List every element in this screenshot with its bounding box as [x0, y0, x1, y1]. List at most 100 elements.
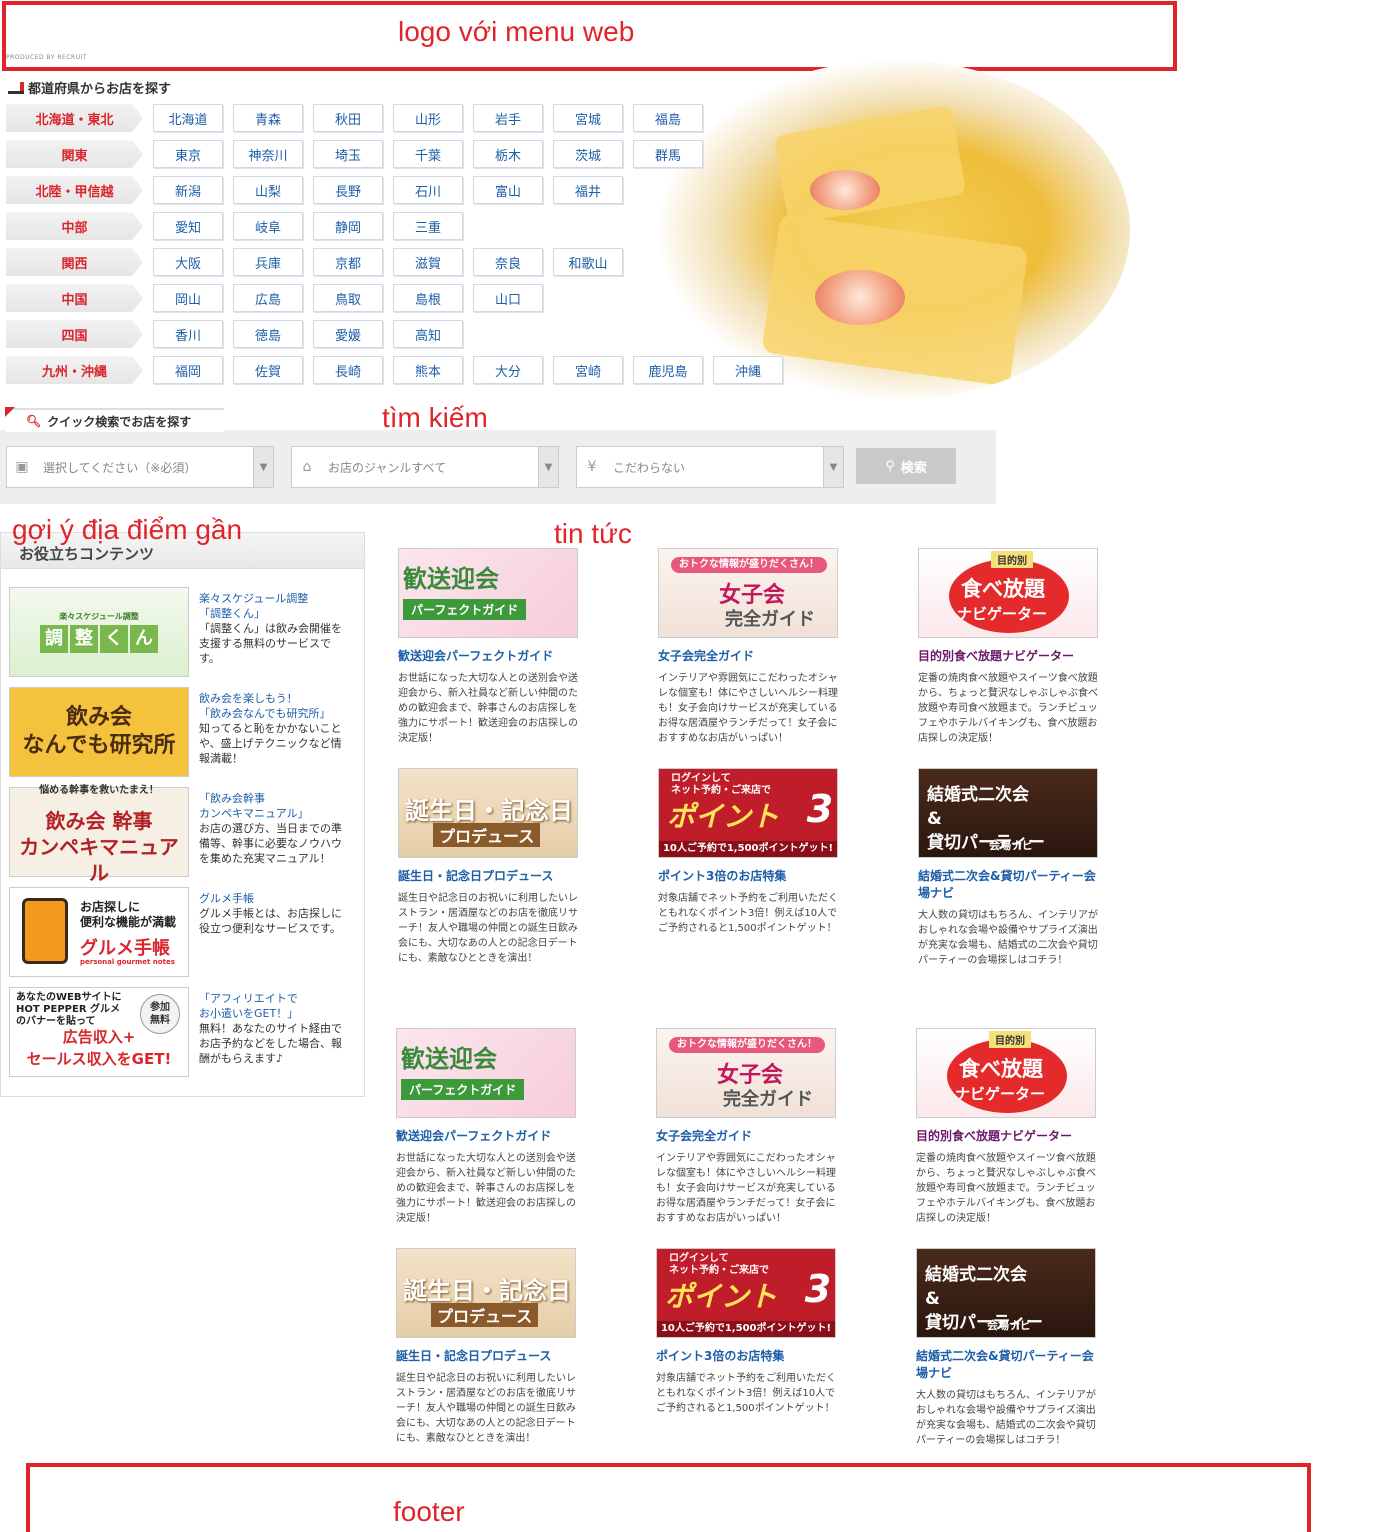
prefecture-link[interactable]: 兵庫 — [233, 248, 303, 276]
prefecture-link[interactable]: 埼玉 — [313, 140, 383, 168]
prefecture-link[interactable]: 山梨 — [233, 176, 303, 204]
prefecture-link[interactable]: 茨城 — [553, 140, 623, 168]
schedule-banner[interactable]: 楽々スケジュール調整 調整くん — [9, 587, 189, 677]
prefecture-link[interactable]: 長野 — [313, 176, 383, 204]
news-card-birthday[interactable]: 誕生日・記念日 プロデュース 誕生日・記念日プロデュース 誕生日や記念日のお祝いに… — [396, 1248, 576, 1446]
useful-link[interactable]: グルメ手帳 — [199, 891, 349, 906]
prefecture-link[interactable]: 栃木 — [473, 140, 543, 168]
news-title[interactable]: ポイント3倍のお店特集 — [656, 1348, 836, 1365]
prefecture-link[interactable]: 福井 — [553, 176, 623, 204]
prefecture-link[interactable]: 島根 — [393, 284, 463, 312]
news-card-point[interactable]: ログインして ネット予約・ご来店でポイント3倍10人ご予約で1,500ポイントゲ… — [656, 1248, 836, 1416]
news-banner[interactable]: 歓送迎会 パーフェクトガイド — [398, 548, 578, 638]
gourmet-notebook-banner[interactable]: お店探しに 便利な機能が満載 グルメ手帳 personal gourmet no… — [9, 887, 189, 977]
prefecture-link[interactable]: 香川 — [153, 320, 223, 348]
prefecture-link[interactable]: 岐阜 — [233, 212, 303, 240]
nomikai-lab-banner[interactable]: 飲み会 なんでも研究所 — [9, 687, 189, 777]
news-banner[interactable]: 目的別 食べ放題 ナビゲーター — [918, 548, 1098, 638]
prefecture-link[interactable]: 福島 — [633, 104, 703, 132]
prefecture-link[interactable]: 秋田 — [313, 104, 383, 132]
prefecture-link[interactable]: 愛媛 — [313, 320, 383, 348]
prefecture-link[interactable]: 広島 — [233, 284, 303, 312]
useful-link[interactable]: 「アフィリエイトで — [199, 991, 349, 1006]
prefecture-link[interactable]: 岡山 — [153, 284, 223, 312]
prefecture-link[interactable]: 鹿児島 — [633, 356, 703, 384]
useful-item-affiliate[interactable]: あなたのWEBサイトに HOT PEPPER グルメ のバナーを貼って 参加 無… — [9, 987, 359, 1077]
prefecture-link[interactable]: 岩手 — [473, 104, 543, 132]
prefecture-link[interactable]: 高知 — [393, 320, 463, 348]
prefecture-link[interactable]: 山口 — [473, 284, 543, 312]
prefecture-link[interactable]: 静岡 — [313, 212, 383, 240]
prefecture-link[interactable]: 和歌山 — [553, 248, 623, 276]
news-title[interactable]: 誕生日・記念日プロデュース — [398, 868, 578, 885]
prefecture-link[interactable]: 東京 — [153, 140, 223, 168]
news-card-joshi[interactable]: おトクな情報が盛りだくさん！ 女子会 完全ガイド 女子会完全ガイド インテリアや雰囲… — [658, 548, 838, 746]
kanji-manual-banner[interactable]: 悩める幹事を救いたまえ！ 飲み会 幹事 カンペキマニュアル — [9, 785, 189, 885]
prefecture-link[interactable]: 三重 — [393, 212, 463, 240]
useful-link[interactable]: お小遣いをGET！」 — [199, 1006, 349, 1021]
prefecture-link[interactable]: 富山 — [473, 176, 543, 204]
prefecture-link[interactable]: 青森 — [233, 104, 303, 132]
news-title[interactable]: 誕生日・記念日プロデュース — [396, 1348, 576, 1365]
prefecture-link[interactable]: 佐賀 — [233, 356, 303, 384]
useful-link[interactable]: 「飲み会幹事 — [199, 791, 349, 806]
prefecture-link[interactable]: 群馬 — [633, 140, 703, 168]
prefecture-link[interactable]: 大分 — [473, 356, 543, 384]
news-card-wedding[interactable]: 結婚式二次会 & 貸切パーティー 会場ナビ 結婚式二次会&貸切パーティー会場ナビ … — [918, 768, 1098, 968]
area-select[interactable]: ▣ 選択してください（※必須） ▼ — [6, 446, 274, 488]
prefecture-link[interactable]: 千葉 — [393, 140, 463, 168]
news-banner[interactable]: 誕生日・記念日 プロデュース — [398, 768, 578, 858]
prefecture-link[interactable]: 愛知 — [153, 212, 223, 240]
prefecture-link[interactable]: 山形 — [393, 104, 463, 132]
prefecture-link[interactable]: 石川 — [393, 176, 463, 204]
news-title[interactable]: 女子会完全ガイド — [658, 648, 838, 665]
prefecture-link[interactable]: 宮崎 — [553, 356, 623, 384]
prefecture-link[interactable]: 奈良 — [473, 248, 543, 276]
news-banner[interactable]: 歓送迎会 パーフェクトガイド — [396, 1028, 576, 1118]
news-banner[interactable]: ログインして ネット予約・ご来店でポイント3倍10人ご予約で1,500ポイントゲ… — [656, 1248, 836, 1338]
news-card-wedding[interactable]: 結婚式二次会 & 貸切パーティー 会場ナビ 結婚式二次会&貸切パーティー会場ナビ … — [916, 1248, 1096, 1448]
news-title[interactable]: 目的別食べ放題ナビゲーター — [916, 1128, 1096, 1145]
news-card-tabehoudai[interactable]: 目的別 食べ放題 ナビゲーター 目的別食べ放題ナビゲーター 定番の焼肉食べ放題やスイ… — [918, 548, 1098, 746]
news-banner[interactable]: ログインして ネット予約・ご来店でポイント3倍10人ご予約で1,500ポイントゲ… — [658, 768, 838, 858]
news-banner[interactable]: 結婚式二次会 & 貸切パーティー 会場ナビ — [918, 768, 1098, 858]
news-banner[interactable]: 誕生日・記念日 プロデュース — [396, 1248, 576, 1338]
useful-link[interactable]: 飲み会を楽しもう！ — [199, 691, 349, 706]
prefecture-link[interactable]: 新潟 — [153, 176, 223, 204]
prefecture-link[interactable]: 宮城 — [553, 104, 623, 132]
useful-link[interactable]: 「調整くん」 — [199, 606, 349, 621]
search-button[interactable]: ⚲ 検索 — [856, 448, 956, 484]
chevron-down-icon[interactable]: ▼ — [253, 447, 273, 487]
news-title[interactable]: 女子会完全ガイド — [656, 1128, 836, 1145]
news-card-sobetsu[interactable]: 歓送迎会 パーフェクトガイド 歓送迎会パーフェクトガイド お世話になった大切な人と… — [398, 548, 578, 746]
useful-item-nomikai-lab[interactable]: 飲み会 なんでも研究所 飲み会を楽しもう！ 「飲み会なんでも研究所」 知ってると… — [9, 687, 359, 777]
useful-link[interactable]: 「飲み会なんでも研究所」 — [199, 706, 349, 721]
prefecture-link[interactable]: 徳島 — [233, 320, 303, 348]
affiliate-banner[interactable]: あなたのWEBサイトに HOT PEPPER グルメ のバナーを貼って 参加 無… — [9, 987, 189, 1077]
prefecture-link[interactable]: 福岡 — [153, 356, 223, 384]
prefecture-link[interactable]: 鳥取 — [313, 284, 383, 312]
useful-item-schedule[interactable]: 楽々スケジュール調整 調整くん 楽々スケジュール調整 「調整くん」 「調整くん」… — [9, 587, 359, 677]
prefecture-link[interactable]: 熊本 — [393, 356, 463, 384]
useful-item-kanji-manual[interactable]: 悩める幹事を救いたまえ！ 飲み会 幹事 カンペキマニュアル 「飲み会幹事 カンペ… — [9, 785, 359, 885]
prefecture-link[interactable]: 北海道 — [153, 104, 223, 132]
chevron-down-icon[interactable]: ▼ — [538, 447, 558, 487]
news-card-point[interactable]: ログインして ネット予約・ご来店でポイント3倍10人ご予約で1,500ポイントゲ… — [658, 768, 838, 936]
news-title[interactable]: 目的別食べ放題ナビゲーター — [918, 648, 1098, 665]
news-banner[interactable]: おトクな情報が盛りだくさん！ 女子会 完全ガイド — [658, 548, 838, 638]
prefecture-link[interactable]: 沖縄 — [713, 356, 783, 384]
news-card-tabehoudai[interactable]: 目的別 食べ放題 ナビゲーター 目的別食べ放題ナビゲーター 定番の焼肉食べ放題やスイ… — [916, 1028, 1096, 1226]
prefecture-link[interactable]: 京都 — [313, 248, 383, 276]
genre-select[interactable]: ⌂ お店のジャンルすべて ▼ — [291, 446, 559, 488]
news-card-joshi[interactable]: おトクな情報が盛りだくさん！ 女子会 完全ガイド 女子会完全ガイド インテリアや雰囲… — [656, 1028, 836, 1226]
news-title[interactable]: 歓送迎会パーフェクトガイド — [396, 1128, 576, 1145]
prefecture-link[interactable]: 大阪 — [153, 248, 223, 276]
news-banner[interactable]: 結婚式二次会 & 貸切パーティー 会場ナビ — [916, 1248, 1096, 1338]
news-title[interactable]: 結婚式二次会&貸切パーティー会場ナビ — [918, 868, 1098, 902]
useful-link[interactable]: 楽々スケジュール調整 — [199, 591, 349, 606]
budget-select[interactable]: ¥ こだわらない ▼ — [576, 446, 844, 488]
useful-item-gourmet-notebook[interactable]: お店探しに 便利な機能が満載 グルメ手帳 personal gourmet no… — [9, 887, 359, 977]
chevron-down-icon[interactable]: ▼ — [823, 447, 843, 487]
news-title[interactable]: 結婚式二次会&貸切パーティー会場ナビ — [916, 1348, 1096, 1382]
news-banner[interactable]: おトクな情報が盛りだくさん！ 女子会 完全ガイド — [656, 1028, 836, 1118]
